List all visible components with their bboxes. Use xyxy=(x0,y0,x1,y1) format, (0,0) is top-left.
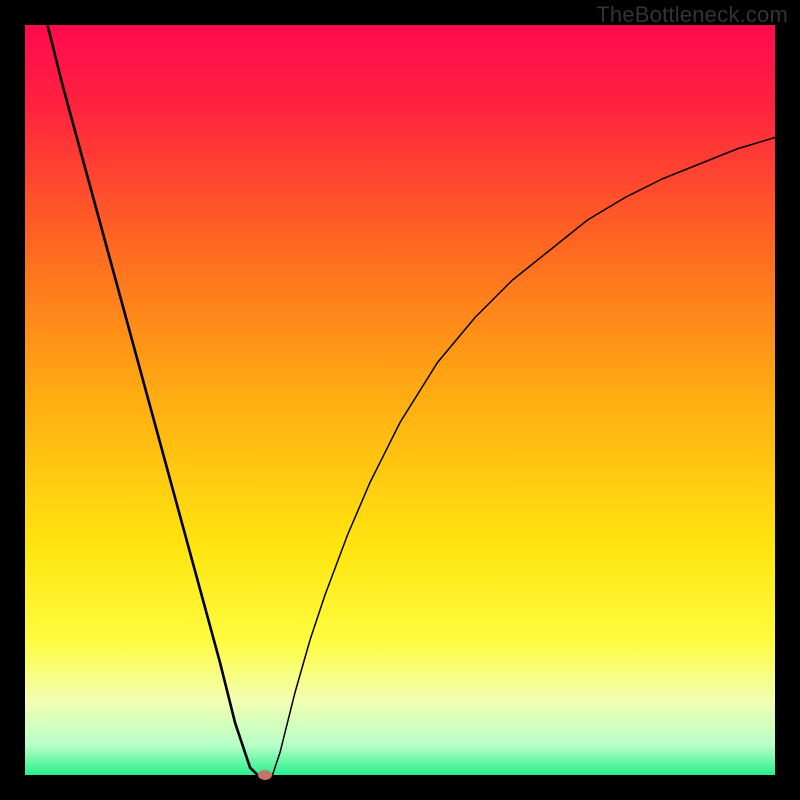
chart-frame: TheBottleneck.com xyxy=(0,0,800,800)
left-branch xyxy=(48,25,258,775)
attribution-text: TheBottleneck.com xyxy=(596,2,788,28)
plot-area xyxy=(25,25,775,775)
right-branch xyxy=(273,138,776,776)
minimum-marker xyxy=(258,770,272,780)
bottleneck-curve xyxy=(25,25,775,775)
